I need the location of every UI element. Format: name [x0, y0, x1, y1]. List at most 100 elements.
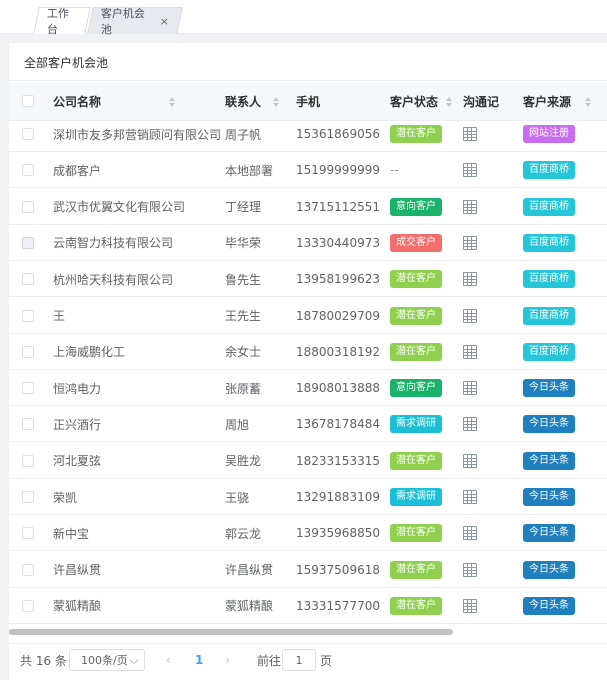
row-checkbox[interactable] — [22, 309, 34, 322]
phone-number: 18780029709 — [296, 308, 380, 323]
scrollbar-thumb[interactable] — [9, 629, 453, 635]
row-checkbox[interactable] — [22, 599, 34, 612]
table-row[interactable]: 新中宝 郭云龙 13935968850 潜在客户 今日头条 — [9, 515, 607, 552]
sort-icon[interactable] — [273, 96, 280, 107]
source-badge: 今日头条 — [523, 560, 575, 579]
table-icon[interactable] — [463, 308, 477, 323]
table-row[interactable]: 杭州哈天科技有限公司 鲁先生 13958199623 潜在客户 百度商桥 — [9, 261, 607, 298]
tab-workbench[interactable]: 工作台 — [33, 7, 91, 36]
tab-workbench-label: 工作台 — [46, 7, 69, 36]
prev-page-button[interactable]: ‹ — [166, 644, 171, 676]
table-row[interactable]: 荣凯 王骁 13291883109 需求调研 今日头条 — [9, 479, 607, 515]
table-icon[interactable] — [463, 381, 477, 396]
status-badge: 需求调研 — [390, 415, 442, 434]
phone-number: 13291883109 — [296, 490, 380, 504]
row-checkbox[interactable] — [22, 236, 34, 249]
table-row[interactable]: 河北夏弦 吴胜龙 18233153315 潜在客户 今日头条 — [9, 443, 607, 479]
select-all-checkbox[interactable] — [22, 95, 34, 107]
row-checkbox[interactable] — [22, 563, 34, 576]
row-checkbox[interactable] — [22, 454, 34, 467]
horizontal-scrollbar[interactable] — [9, 629, 607, 635]
source-cell: 百度商桥 — [523, 189, 575, 225]
tab-customer-pool[interactable]: 客户机会池 × — [87, 7, 183, 36]
contact-name: 郭云龙 — [225, 526, 262, 541]
table-icon[interactable] — [463, 344, 477, 359]
table-row[interactable]: 上海威鹏化工 余女士 18800318192 潜在客户 百度商桥 — [9, 334, 607, 370]
table-icon[interactable] — [463, 453, 477, 468]
row-checkbox[interactable] — [22, 491, 34, 503]
close-icon[interactable]: × — [160, 15, 169, 28]
row-checkbox[interactable] — [22, 200, 34, 213]
row-checkbox[interactable] — [22, 164, 34, 177]
source-badge: 百度商桥 — [523, 306, 575, 325]
table-icon[interactable] — [463, 562, 477, 577]
phone-number: 13331577700 — [296, 598, 380, 613]
total-count: 共 16 条 — [20, 653, 67, 668]
sort-icon[interactable] — [169, 96, 176, 107]
row-checkbox[interactable] — [22, 527, 34, 540]
row-checkbox[interactable] — [22, 418, 34, 431]
table-row[interactable]: 王 王先生 18780029709 潜在客户 百度商桥 — [9, 298, 607, 334]
column-header-contact[interactable]: 联系人 — [225, 82, 280, 121]
company-name: 上海威鹏化工 — [53, 345, 126, 360]
column-header-company[interactable]: 公司名称 — [53, 82, 176, 121]
company-name: 杭州哈天科技有限公司 — [53, 272, 174, 287]
sort-icon[interactable] — [585, 96, 592, 107]
status-cell: 潜在客户 — [390, 443, 442, 479]
table-row[interactable]: 武汉市优翼文化有限公司 丁经理 13715112551 意向客户 百度商桥 — [9, 189, 607, 225]
table-icon[interactable] — [463, 598, 477, 613]
divider — [9, 80, 607, 81]
content-card: 全部客户机会池 公司名称 联系人 手机 客户状态 沟通记 客户来源 深圳市友多邦… — [9, 43, 607, 680]
contact-name: 本地部署 — [225, 163, 274, 178]
column-header-communication: 沟通记 — [463, 95, 500, 109]
row-checkbox[interactable] — [22, 345, 34, 358]
table-row[interactable]: 许昌纵贯 许昌纵贯 15937509618 潜在客户 今日头条 — [9, 552, 607, 588]
table-icon[interactable] — [463, 526, 477, 541]
table-row[interactable]: 深圳市友多邦营销顾问有限公司 周子帆 15361869056 潜在客户 网站注册 — [9, 121, 607, 152]
status-badge: 潜在客户 — [390, 560, 442, 579]
table-icon[interactable] — [463, 163, 477, 178]
table-row[interactable]: 蒙狐精酿 蒙狐精酿 13331577700 潜在客户 今日头条 — [9, 588, 607, 624]
communication-cell — [463, 225, 477, 261]
source-badge: 百度商桥 — [523, 270, 575, 289]
table-row[interactable]: 恒鸿电力 张原蓄 18908013888 意向客户 今日头条 — [9, 370, 607, 407]
tab-customer-pool-label: 客户机会池 — [100, 7, 145, 36]
next-page-button[interactable]: › — [225, 644, 230, 676]
column-header-phone: 手机 — [296, 95, 321, 109]
contact-name: 周旭 — [225, 417, 250, 432]
source-cell: 今日头条 — [523, 406, 575, 442]
source-badge: 百度商桥 — [523, 161, 575, 180]
column-header-source[interactable]: 客户来源 — [523, 82, 592, 121]
table-icon[interactable] — [463, 235, 477, 250]
table-row[interactable]: 云南智力科技有限公司 毕华荣 13330440973 成交客户 百度商桥 — [9, 225, 607, 261]
table-icon[interactable] — [463, 127, 477, 141]
page-size-select[interactable]: 100条/页 — [69, 649, 145, 671]
status-cell: 意向客户 — [390, 370, 442, 406]
row-checkbox[interactable] — [22, 382, 34, 395]
table-icon[interactable] — [463, 490, 477, 504]
phone-number: 18233153315 — [296, 453, 380, 468]
table-icon[interactable] — [463, 199, 477, 214]
communication-cell — [463, 515, 477, 551]
table-icon[interactable] — [463, 272, 477, 287]
table-icon[interactable] — [463, 417, 477, 432]
source-cell: 百度商桥 — [523, 152, 575, 188]
source-cell: 今日头条 — [523, 515, 575, 551]
communication-cell — [463, 189, 477, 225]
communication-cell — [463, 479, 477, 515]
column-header-status[interactable]: 客户状态 — [390, 82, 453, 121]
row-checkbox[interactable] — [22, 128, 34, 140]
goto-page-input[interactable] — [282, 649, 316, 671]
sort-icon[interactable] — [446, 96, 453, 107]
status-badge: 意向客户 — [390, 197, 442, 216]
status-cell: 潜在客户 — [390, 588, 442, 624]
page-number-current[interactable]: 1 — [195, 644, 203, 676]
company-name: 新中宝 — [53, 526, 90, 541]
company-name: 王 — [53, 309, 66, 323]
row-checkbox[interactable] — [22, 273, 34, 286]
table-row[interactable]: 成都客户 本地部署 15199999999 -- 百度商桥 — [9, 152, 607, 189]
source-cell: 百度商桥 — [523, 225, 575, 261]
status-cell: 潜在客户 — [390, 515, 442, 551]
contact-name: 许昌纵贯 — [225, 563, 274, 578]
table-row[interactable]: 正兴酒行 周旭 13678178484 需求调研 今日头条 — [9, 406, 607, 443]
